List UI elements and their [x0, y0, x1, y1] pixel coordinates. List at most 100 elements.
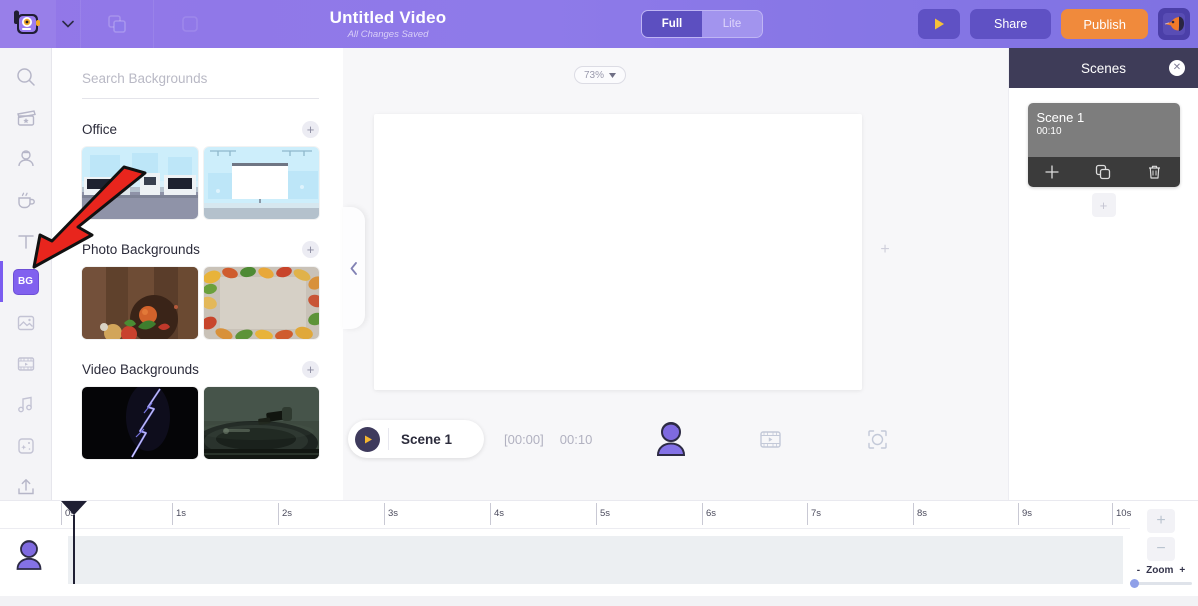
bg-icon: BG — [12, 268, 39, 295]
share-button[interactable]: Share — [970, 9, 1052, 39]
plus-icon[interactable]: + — [302, 241, 319, 258]
close-icon[interactable]: ✕ — [1169, 60, 1185, 76]
scene-card[interactable]: Scene 1 00:10 — [1027, 103, 1180, 187]
zoom-plus-label[interactable]: + — [1179, 565, 1185, 576]
search-input[interactable] — [82, 71, 319, 86]
scene-duration: 00:10 — [559, 431, 593, 447]
pill-divider — [388, 428, 389, 450]
zoom-level-dropdown[interactable]: 73% — [574, 66, 627, 84]
timeline-ruler[interactable]: 0s 1s 2s 3s 4s 5s 6s 7s 8s 9s 10s — [0, 501, 1131, 529]
sidebar-item-video[interactable] — [0, 343, 52, 384]
zoom-level-value: 73% — [584, 69, 605, 81]
mode-full-button[interactable]: Full — [642, 11, 702, 37]
video-editor-app: Untitled Video All Changes Saved Full Li… — [0, 0, 1198, 606]
timeline-track[interactable] — [68, 536, 1123, 584]
video-canvas[interactable] — [374, 114, 862, 390]
preview-play-button[interactable] — [918, 9, 960, 39]
rustic-vegetables-image — [82, 267, 198, 339]
zoom-slider-knob[interactable] — [1130, 579, 1139, 588]
search-icon — [16, 67, 35, 86]
sidebar-item-music[interactable] — [0, 384, 52, 425]
timeline-character-track-icon[interactable] — [14, 539, 44, 576]
scene-control-bar: Scene 1 [00:00] 00:10 — [348, 418, 908, 460]
scene-card-duration: 00:10 — [1036, 126, 1062, 137]
image-icon — [17, 315, 34, 330]
stage-add-marker[interactable]: + — [877, 241, 893, 258]
trash-icon[interactable] — [1147, 164, 1162, 180]
sidebar-item-characters[interactable] — [0, 138, 52, 179]
timeline: 0s 1s 2s 3s 4s 5s 6s 7s 8s 9s 10s + − - … — [0, 500, 1198, 606]
focus-target-icon — [868, 429, 888, 449]
playhead-stem — [73, 515, 75, 584]
zoom-minus-label[interactable]: - — [1137, 565, 1140, 576]
square-icon — [182, 16, 198, 32]
scene-play-pill[interactable]: Scene 1 — [348, 420, 484, 458]
header-secondary-button[interactable] — [154, 0, 226, 48]
mode-lite-button[interactable]: Lite — [702, 11, 762, 37]
section-title: Photo Backgrounds — [82, 242, 200, 257]
section-header-photo: Photo Backgrounds + — [82, 241, 319, 258]
person-icon — [17, 149, 34, 166]
zoom-in-button[interactable]: + — [1147, 509, 1175, 533]
lightning-thumb[interactable] — [82, 387, 198, 459]
thumb-row-video — [82, 387, 319, 459]
scenes-panel: Scenes ✕ Scene 1 00:10 + — [1008, 48, 1198, 500]
project-menu-caret[interactable] — [56, 20, 80, 28]
office-projector-thumb[interactable] — [203, 147, 319, 219]
sidebar-item-templates[interactable] — [0, 97, 52, 138]
project-title-block: Untitled Video All Changes Saved — [278, 8, 498, 40]
header-duplicate-button[interactable] — [81, 0, 153, 48]
add-scene-button[interactable]: + — [1091, 193, 1116, 217]
plus-icon[interactable]: + — [302, 361, 319, 378]
plus-icon[interactable] — [1045, 165, 1059, 179]
avatar[interactable] — [1158, 8, 1190, 40]
thumb-row-photo — [82, 267, 319, 339]
scenes-panel-title: Scenes — [1080, 60, 1127, 76]
zoom-out-button[interactable]: − — [1147, 537, 1175, 561]
backgrounds-sections: Office + Photo Backgrounds + Video Backg… — [52, 121, 343, 459]
search-field-wrap — [82, 70, 319, 99]
sidebar-item-effects[interactable] — [0, 425, 52, 466]
scene-character-button[interactable] — [654, 421, 688, 457]
play-icon — [935, 18, 944, 30]
caret-down-icon — [609, 72, 617, 78]
timeline-tick: 1s — [172, 503, 186, 525]
scene-play-button[interactable] — [355, 426, 380, 452]
sidebar-item-backgrounds[interactable]: BG — [0, 261, 52, 302]
video-frame-icon — [17, 356, 34, 371]
scene-focus-button[interactable] — [867, 429, 888, 450]
timeline-tick: 6s — [702, 503, 716, 525]
prop-cup-icon — [17, 192, 35, 208]
backgrounds-panel: Office + — [52, 48, 343, 500]
zoom-label: Zoom — [1146, 565, 1174, 576]
collapse-panel-button[interactable] — [343, 207, 365, 329]
sidebar-item-text[interactable] — [0, 220, 52, 261]
timeline-tick: 9s — [1018, 503, 1032, 525]
publish-button[interactable]: Publish — [1061, 9, 1148, 39]
zoom-slider[interactable] — [1130, 579, 1192, 588]
office-cubicles-thumb[interactable] — [82, 147, 198, 219]
app-logo[interactable] — [0, 0, 56, 48]
duplicate-icon[interactable] — [1095, 164, 1111, 180]
lightning-image — [82, 387, 198, 459]
turntable-thumb[interactable] — [203, 387, 319, 459]
autumn-leaves-thumb[interactable] — [203, 267, 319, 339]
sidebar-item-props[interactable] — [0, 179, 52, 220]
timeline-tick: 2s — [278, 503, 292, 525]
timeline-tick: 8s — [913, 503, 927, 525]
scene-card-name: Scene 1 — [1036, 110, 1085, 125]
duplicate-icon — [108, 15, 126, 33]
sidebar-item-images[interactable] — [0, 302, 52, 343]
mode-toggle: Full Lite — [641, 10, 763, 38]
sidebar-item-search[interactable] — [0, 56, 52, 97]
plus-icon[interactable]: + — [302, 121, 319, 138]
music-note-icon — [17, 396, 32, 412]
rustic-vegetables-thumb[interactable] — [82, 267, 198, 339]
playhead-icon[interactable] — [61, 501, 87, 584]
timeline-tick: 4s — [490, 503, 504, 525]
scene-video-button[interactable] — [760, 430, 782, 449]
timeline-tick: 10s — [1112, 503, 1131, 525]
effects-icon — [17, 437, 34, 454]
timeline-footer — [0, 596, 1198, 606]
character-icon — [16, 540, 42, 570]
